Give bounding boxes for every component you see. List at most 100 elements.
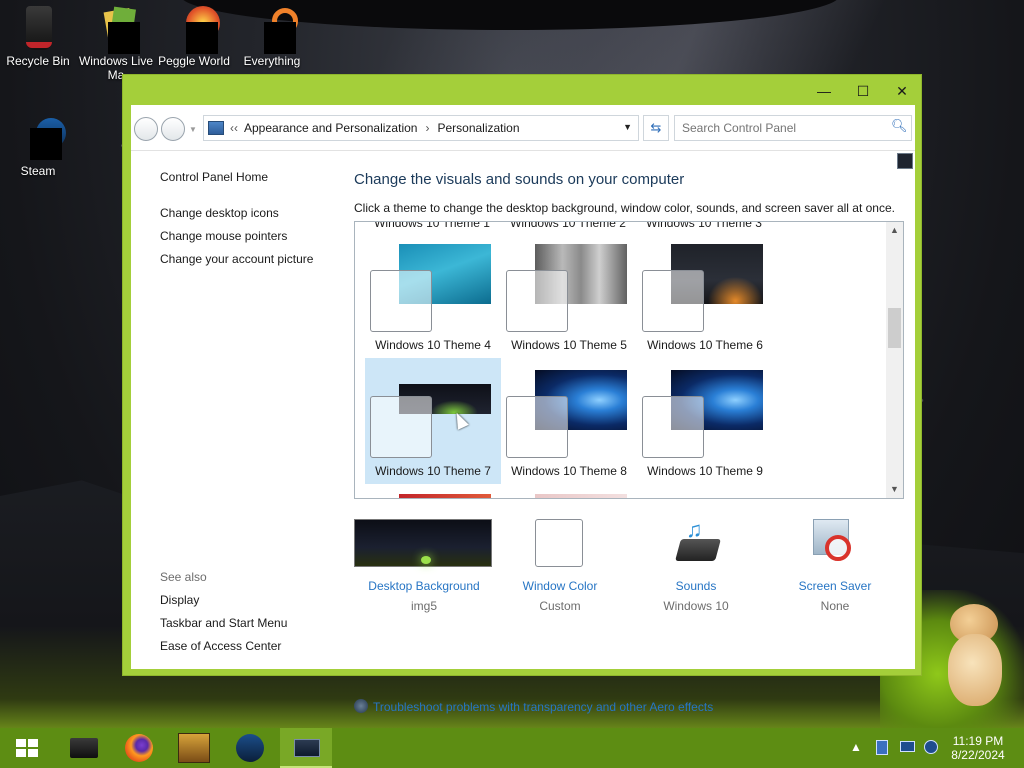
minimize-button[interactable]: — <box>809 81 839 101</box>
troubleshoot-icon <box>354 699 368 713</box>
display-icon[interactable] <box>900 740 915 755</box>
personalization-window: — ☐ ✕ ▼ ‹‹ Appearance and Personalizatio… <box>122 74 922 714</box>
taskbar-start-menu-link[interactable]: Taskbar and Start Menu <box>160 616 287 630</box>
theme-color-swatch <box>642 396 704 458</box>
network-icon[interactable] <box>924 740 938 757</box>
title-bar[interactable]: — ☐ ✕ <box>123 75 921 105</box>
theme-tile-4[interactable]: Windows 10 Theme 4 <box>365 232 501 358</box>
taskbar-control-panel[interactable] <box>280 728 332 768</box>
screen-saver-icon <box>811 519 857 565</box>
theme-preview-partial <box>399 494 491 498</box>
chevron-up-icon[interactable]: ▲ <box>850 740 862 754</box>
refresh-button[interactable]: ⇆ <box>643 115 669 141</box>
theme-label-cut: Windows 10 Theme 3 <box>646 221 762 230</box>
folder-icon <box>70 738 98 758</box>
desktop-icon-label: Recycle Bin <box>6 54 70 68</box>
display-link[interactable]: Display <box>160 593 199 607</box>
address-bar[interactable]: ‹‹ Appearance and Personalization › Pers… <box>203 115 639 141</box>
theme-color-swatch <box>642 270 704 332</box>
theme-preview-partial <box>535 494 627 498</box>
game-box-icon <box>178 733 210 763</box>
scroll-thumb[interactable] <box>888 308 901 348</box>
screen-saver-value: None <box>820 599 850 613</box>
window-color-swatch <box>535 519 583 567</box>
theme-tile-9[interactable]: Windows 10 Theme 9 <box>637 358 773 484</box>
theme-label: Windows 10 Theme 4 <box>375 338 491 352</box>
theme-color-swatch <box>370 270 432 332</box>
everything-search-icon <box>250 6 298 54</box>
theme-list[interactable]: Windows 10 Theme 1 Windows 10 Theme 2 Wi… <box>354 221 904 499</box>
sounds-icon: ♫ <box>672 517 722 567</box>
search-input[interactable] <box>674 115 912 141</box>
desktop-icon-windows-live[interactable]: Windows Live Ma <box>78 6 154 82</box>
screen-saver-link[interactable]: Screen Saver <box>765 579 905 593</box>
hamster-image <box>944 604 1004 708</box>
left-navigation: Control Panel Home Change desktop icons … <box>131 152 341 669</box>
desktop-background-value: img5 <box>410 599 437 613</box>
see-also-heading: See also <box>160 570 207 584</box>
theme-color-swatch <box>370 396 432 458</box>
clock-time: 11:19 PM <box>952 734 1004 748</box>
troubleshoot-link[interactable]: Troubleshoot problems with transparency … <box>373 700 713 714</box>
page-description: Click a theme to change the desktop back… <box>354 201 895 215</box>
desktop-icon-label: Peggle World <box>158 54 230 68</box>
theme-tile-5[interactable]: Windows 10 Theme 5 <box>501 232 637 358</box>
control-panel-icon <box>294 739 320 757</box>
desktop-icon-label: Everything <box>243 54 301 68</box>
sounds-link[interactable]: Sounds <box>626 579 766 593</box>
change-mouse-pointers-link[interactable]: Change mouse pointers <box>160 229 287 243</box>
control-panel-icon <box>208 121 224 135</box>
breadcrumb-appearance[interactable]: Appearance and Personalization <box>244 121 417 135</box>
taskbar-file-explorer[interactable] <box>58 728 110 768</box>
desktop-icon-recycle-bin[interactable]: Recycle Bin <box>0 6 76 68</box>
navigation-bar: ▼ ‹‹ Appearance and Personalization › Pe… <box>131 105 915 151</box>
desktop-icon-steam[interactable]: Steam <box>0 116 76 178</box>
theme-label: Windows 10 Theme 6 <box>647 338 763 352</box>
taskbar-firefox[interactable] <box>113 728 165 768</box>
control-panel-home-link[interactable]: Control Panel Home <box>160 170 268 184</box>
help-icon[interactable] <box>897 153 913 169</box>
start-button[interactable] <box>0 728 52 768</box>
desktop-background-thumbnail <box>354 519 492 567</box>
change-desktop-icons-link[interactable]: Change desktop icons <box>160 206 279 220</box>
breadcrumb-personalization[interactable]: Personalization <box>437 121 519 135</box>
ease-of-access-link[interactable]: Ease of Access Center <box>160 639 281 653</box>
troubleshoot-link-row[interactable]: Troubleshoot problems with transparency … <box>354 699 713 714</box>
taskbar: ▲ 11:19 PM 8/22/2024 <box>0 728 1024 768</box>
back-button[interactable] <box>134 117 158 141</box>
theme-label: Windows 10 Theme 7 <box>375 464 491 478</box>
maximize-button[interactable]: ☐ <box>848 81 878 101</box>
theme-tile-7[interactable]: Windows 10 Theme 7 <box>365 358 501 484</box>
desktop-icon-label: Steam <box>20 164 56 178</box>
taskbar-game-box[interactable] <box>168 728 220 768</box>
taskbar-steam[interactable] <box>224 728 276 768</box>
change-account-picture-link[interactable]: Change your account picture <box>160 252 313 266</box>
window-client: ▼ ‹‹ Appearance and Personalization › Pe… <box>131 105 915 714</box>
firefox-icon <box>125 734 153 762</box>
theme-label-cut: Windows 10 Theme 2 <box>510 221 626 230</box>
theme-tile-6[interactable]: Windows 10 Theme 6 <box>637 232 773 358</box>
forward-button[interactable] <box>161 117 185 141</box>
windows-live-icon <box>94 6 140 54</box>
desktop-icon-everything[interactable]: Everything <box>234 6 310 68</box>
theme-label-cut: Windows 10 Theme 1 <box>374 221 490 230</box>
desktop-background-link[interactable]: Desktop Background <box>354 579 494 593</box>
scroll-up-icon[interactable]: ▲ <box>886 222 903 239</box>
steam-icon <box>16 116 66 160</box>
theme-list-scrollbar[interactable]: ▲ ▼ <box>886 222 903 498</box>
taskbar-clock[interactable]: 11:19 PM 8/22/2024 <box>946 734 1010 762</box>
steam-icon <box>236 734 264 762</box>
breadcrumb-separator: › <box>425 121 430 135</box>
desktop-icon-peggle-world[interactable]: Peggle World <box>156 6 232 68</box>
sounds-value: Windows 10 <box>663 599 729 613</box>
search-icon[interactable]: 🔍︎ <box>891 118 909 136</box>
window-color-link[interactable]: Window Color <box>490 579 630 593</box>
recent-pages-chevron-icon[interactable]: ▼ <box>189 125 197 134</box>
scroll-down-icon[interactable]: ▼ <box>886 481 903 498</box>
close-button[interactable]: ✕ <box>887 81 917 101</box>
address-dropdown-icon[interactable]: ▼ <box>623 122 632 132</box>
page-title: Change the visuals and sounds on your co… <box>354 171 685 188</box>
theme-color-swatch <box>506 396 568 458</box>
battery-icon[interactable] <box>876 740 888 758</box>
theme-tile-8[interactable]: Windows 10 Theme 8 <box>501 358 637 484</box>
